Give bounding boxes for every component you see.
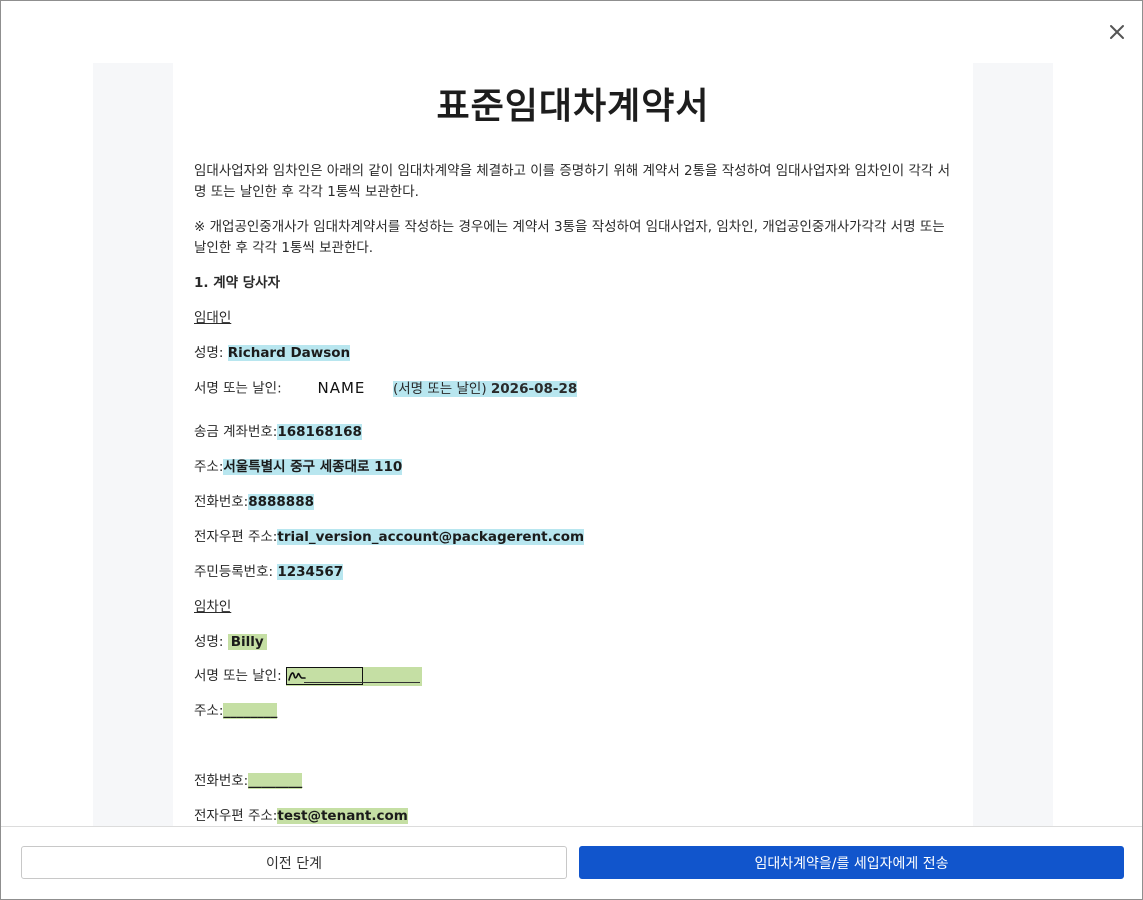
- landlord-signature: NAME: [317, 379, 366, 397]
- tenant-address-value: ________: [223, 703, 278, 719]
- page-gutter-right: [973, 63, 1053, 827]
- tenant-heading: 임차인: [194, 599, 232, 615]
- landlord-phone-value: 8888888: [248, 494, 314, 510]
- tenant-phone-value: ________: [248, 773, 303, 789]
- document-title: 표준임대차계약서: [436, 86, 710, 127]
- contract-preview-modal: 표준임대차계약서 임대사업자와 임차인은 아래의 같이 임대차계약을 체결하고 …: [0, 0, 1143, 900]
- landlord-heading: 임대인: [194, 310, 232, 326]
- previous-step-button[interactable]: 이전 단계: [21, 846, 567, 879]
- tenant-name-value: Billy: [227, 634, 267, 650]
- page-gutter-left: [93, 63, 173, 827]
- signature-scribble-icon: [288, 671, 306, 681]
- landlord-sign-date: 2026-08-28: [490, 380, 578, 397]
- intro-paragraph: 임대사업자와 임차인은 아래의 같이 임대차계약을 체결하고 이를 증명하기 위…: [194, 163, 951, 200]
- modal-footer: 이전 단계 임대차계약을/를 세입자에게 전송: [1, 826, 1142, 899]
- landlord-email-value: trial_version_account@packagerent.com: [277, 529, 585, 545]
- tenant-phone-row: 전화번호:________: [194, 773, 303, 789]
- document-scroll-area[interactable]: 표준임대차계약서 임대사업자와 임차인은 아래의 같이 임대차계약을 체결하고 …: [1, 1, 1142, 827]
- landlord-address-value: 서울특별시 중구 세종대로 110: [223, 459, 403, 475]
- landlord-id-value: 1234567: [277, 564, 344, 580]
- tenant-signature-row: 서명 또는 날인:: [194, 666, 953, 687]
- landlord-account-row: 송금 계좌번호:168168168: [194, 424, 362, 440]
- landlord-phone-row: 전화번호:8888888: [194, 494, 314, 510]
- landlord-email-row: 전자우편 주소:trial_version_account@packageren…: [194, 529, 585, 545]
- landlord-name-row: 성명: Richard Dawson: [194, 345, 351, 361]
- landlord-address-row: 주소:서울특별시 중구 세종대로 110: [194, 459, 403, 475]
- tenant-name-row: 성명: Billy: [194, 632, 953, 653]
- tenant-signature-field[interactable]: [285, 666, 422, 686]
- landlord-account-value: 168168168: [277, 424, 362, 440]
- tenant-email-value: test@tenant.com: [277, 808, 408, 824]
- tenant-email-row: 전자우편 주소:test@tenant.com: [194, 808, 408, 824]
- send-to-tenant-button[interactable]: 임대차계약을/를 세입자에게 전송: [579, 846, 1124, 879]
- landlord-signature-row: 서명 또는 날인: NAME (서명 또는 날인) 2026-08-28: [194, 379, 578, 397]
- landlord-id-row: 주민등록번호: 1234567: [194, 564, 344, 580]
- contract-document: 표준임대차계약서 임대사업자와 임차인은 아래의 같이 임대차계약을 체결하고 …: [173, 63, 973, 827]
- section-heading-parties: 1. 계약 당사자: [194, 275, 281, 291]
- tenant-address-row: 주소:________: [194, 703, 278, 719]
- broker-note-paragraph: ※ 개업공인중개사가 임대차계약서를 작성하는 경우에는 계약서 3통을 작성하…: [194, 219, 945, 256]
- landlord-name-value: Richard Dawson: [227, 345, 351, 361]
